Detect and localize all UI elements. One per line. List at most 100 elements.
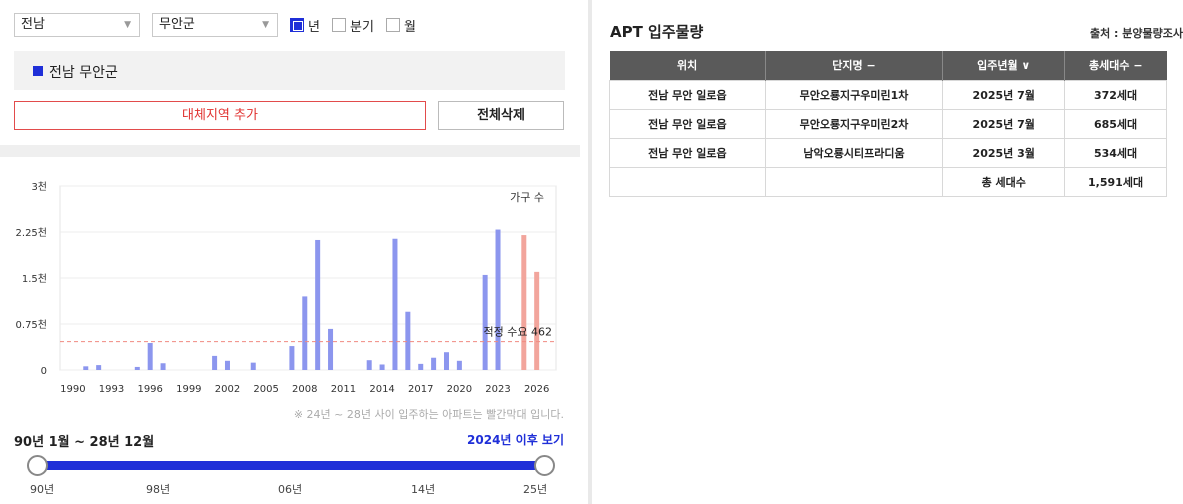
bar: [160, 363, 166, 370]
bar: [431, 357, 437, 370]
after-2024-link[interactable]: 2024년 이후 보기: [467, 431, 564, 448]
cell-location: 전남 무안 일로읍: [609, 108, 766, 139]
range-slider-track[interactable]: [38, 461, 545, 470]
left-panel: 전남 ▼ 무안군 ▼ 년 분기 월 전남 무안군 대체지역 추가 전체삭제 00…: [0, 0, 580, 504]
bar: [443, 352, 449, 370]
bar: [96, 365, 102, 370]
x-tick-label: 2023: [485, 384, 510, 395]
column-header-move-in-date[interactable]: 입주년월 ∨: [942, 51, 1066, 80]
y-tick-label: 2.25천: [16, 227, 47, 239]
slider-tick-label: 98년: [146, 483, 171, 496]
x-tick-label: 1996: [137, 384, 162, 395]
x-tick-label: 2017: [408, 384, 433, 395]
chart-note: ※ 24년 ~ 28년 사이 입주하는 아파트는 빨간막대 입니다.: [293, 408, 564, 421]
slider-tick-label: 06년: [278, 483, 303, 496]
city-select[interactable]: 무안군 ▼: [152, 13, 278, 37]
apt-table: 위치 단지명 − 입주년월 ∨ 총세대수 − 전남 무안 일로읍 무안오룡지구우…: [609, 51, 1167, 197]
cell-total-units: 372세대: [1064, 79, 1167, 110]
x-tick-label: 2026: [524, 384, 549, 395]
column-header-location: 위치: [609, 51, 766, 80]
x-tick-label: 1993: [99, 384, 124, 395]
checkbox-month[interactable]: [386, 18, 400, 32]
bar: [315, 239, 321, 370]
bar: [147, 343, 153, 370]
city-select-value: 무안군: [159, 17, 195, 32]
range-label: 90년 1월 ~ 28년 12월: [14, 435, 155, 450]
checkbox-year[interactable]: [290, 18, 304, 32]
bar: [328, 328, 334, 370]
cell-complex: 무안오룡지구우미린2차: [764, 108, 944, 139]
checkbox-quarter-label: 분기: [350, 20, 374, 35]
x-tick-label: 2020: [447, 384, 472, 395]
checkbox-quarter[interactable]: [332, 18, 346, 32]
bar: [405, 311, 411, 370]
province-select-value: 전남: [21, 17, 45, 32]
bar: [534, 271, 540, 370]
cell-move-in-date: 2025년 7월: [942, 79, 1066, 110]
slider-tick-label: 90년: [30, 483, 55, 496]
cell-location: 전남 무안 일로읍: [609, 79, 766, 110]
bar: [302, 296, 308, 370]
region-color-swatch: [33, 66, 43, 76]
bar: [250, 362, 256, 370]
bar: [456, 360, 462, 370]
checkbox-month-label: 월: [404, 20, 416, 35]
cell-move-in-date: 2025년 3월: [942, 137, 1066, 168]
bar: [212, 355, 218, 370]
apt-title: APT 입주물량: [610, 23, 704, 41]
range-slider-start-handle[interactable]: [27, 455, 48, 476]
bar: [495, 229, 501, 370]
table-row: 전남 무안 일로읍 무안오룡지구우미린2차 2025년 7월 685세대: [609, 108, 1167, 139]
reference-line-label: 적정 수요 462: [484, 326, 552, 339]
right-panel: APT 입주물량 출처 : 분양물량조사 위치 단지명 − 입주년월 ∨ 총세대…: [594, 0, 1183, 504]
selected-region-label: 전남 무안군: [49, 65, 118, 81]
x-tick-label: 1999: [176, 384, 201, 395]
x-tick-label: 2008: [292, 384, 317, 395]
delete-all-button[interactable]: 전체삭제: [438, 101, 564, 130]
bar: [418, 363, 424, 370]
column-header-total-units[interactable]: 총세대수 −: [1064, 51, 1167, 80]
range-slider-end-handle[interactable]: [534, 455, 555, 476]
bar: [289, 346, 295, 370]
x-tick-label: 2002: [215, 384, 240, 395]
cell-complex: 무안오룡지구우미린1차: [764, 79, 944, 110]
chevron-down-icon: ▼: [262, 20, 269, 30]
total-value: 1,591세대: [1064, 166, 1167, 197]
selected-region-box: 전남 무안군: [14, 51, 565, 90]
bar: [83, 366, 89, 370]
x-tick-label: 1990: [60, 384, 85, 395]
checkbox-year-label: 년: [308, 20, 320, 35]
bar: [392, 238, 398, 370]
legend-label: 가구 수: [510, 191, 544, 204]
province-select[interactable]: 전남 ▼: [14, 13, 140, 37]
bar: [521, 235, 527, 370]
table-row: 전남 무안 일로읍 남악오룡시티프라디움 2025년 3월 534세대: [609, 137, 1167, 168]
apt-source: 출처 : 분양물량조사: [1089, 27, 1183, 40]
section-divider: [0, 145, 580, 157]
table-header-row: 위치 단지명 − 입주년월 ∨ 총세대수 −: [609, 51, 1167, 80]
bar: [482, 274, 488, 370]
bar: [379, 364, 385, 370]
cell-move-in-date: 2025년 7월: [942, 108, 1066, 139]
y-tick-label: 3천: [31, 181, 47, 193]
y-tick-label: 1.5천: [22, 273, 47, 285]
y-tick-label: 0: [41, 366, 47, 377]
chevron-down-icon: ▼: [124, 20, 131, 30]
slider-tick-label: 14년: [411, 483, 436, 496]
total-label: 총 세대수: [942, 166, 1066, 197]
table-row: 전남 무안 일로읍 무안오룡지구우미린1차 2025년 7월 372세대: [609, 79, 1167, 110]
column-header-complex[interactable]: 단지명 −: [765, 51, 944, 80]
move-in-volume-chart: 0 0.75천 1.5천 2.25천 3천 1990 1993 1996 1999 2002 200…: [16, 181, 557, 395]
slider-tick-label: 25년: [523, 483, 548, 496]
cell-total-units: 534세대: [1064, 137, 1167, 168]
bar: [366, 360, 372, 370]
add-region-button[interactable]: 대체지역 추가: [14, 101, 426, 130]
cell-location: 전남 무안 일로읍: [609, 137, 766, 168]
table-total-row: 총 세대수 1,591세대: [609, 166, 1167, 197]
cell-complex: 남악오룡시티프라디움: [764, 137, 944, 168]
panel-divider: [588, 0, 592, 504]
x-tick-label: 2011: [331, 384, 356, 395]
cell-total-units: 685세대: [1064, 108, 1167, 139]
y-tick-label: 0.75천: [16, 319, 47, 331]
x-tick-label: 2014: [369, 384, 394, 395]
